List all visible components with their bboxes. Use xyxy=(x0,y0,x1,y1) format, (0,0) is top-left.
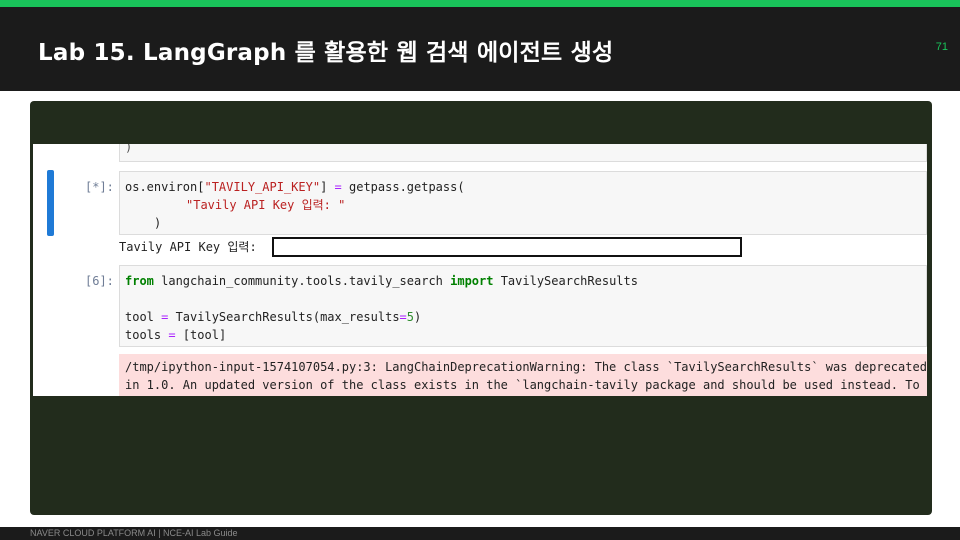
code-line: tools = [tool] xyxy=(125,328,227,342)
slide-title: Lab 15. LangGraph 를 활용한 웹 검색 에이전트 생성 xyxy=(38,40,614,66)
code-line: tool = TavilySearchResults(max_results=5… xyxy=(125,310,422,324)
code-line: os.environ["TAVILY_API_KEY"] = getpass.g… xyxy=(125,180,465,194)
slide-header: Lab 15. LangGraph 를 활용한 웹 검색 에이전트 생성 71 xyxy=(0,7,960,91)
cell-prompt-running: [*]: xyxy=(85,180,114,194)
code-line: ) xyxy=(154,216,162,230)
code-line: ) xyxy=(125,144,133,154)
deprecation-warning-output: /tmp/ipython-input-1574107054.py:3: Lang… xyxy=(119,354,927,396)
stdin-prompt-label: Tavily API Key 입력: xyxy=(119,240,257,254)
code-line: "Tavily API Key 입력: " xyxy=(186,198,346,212)
prev-code-cell[interactable]: ) xyxy=(119,144,927,162)
notebook-area: ) [*]: os.environ["TAVILY_API_KEY"] = ge… xyxy=(33,144,927,396)
cell-prompt-6: [6]: xyxy=(85,274,114,288)
code-cell-getpass[interactable]: os.environ["TAVILY_API_KEY"] = getpass.g… xyxy=(119,171,927,235)
active-cell-indicator xyxy=(47,170,54,236)
footer-text: NAVER CLOUD PLATFORM AI | NCE-AI Lab Gui… xyxy=(30,528,238,538)
api-key-input[interactable] xyxy=(272,237,742,257)
code-line: from langchain_community.tools.tavily_se… xyxy=(125,274,638,288)
page-number: 71 xyxy=(935,41,948,53)
warning-line: /tmp/ipython-input-1574107054.py:3: Lang… xyxy=(125,360,927,374)
top-accent-bar xyxy=(0,0,960,7)
slide-footer: NAVER CLOUD PLATFORM AI | NCE-AI Lab Gui… xyxy=(0,527,960,540)
warning-line: in 1.0. An updated version of the class … xyxy=(125,378,927,392)
code-cell-tavily[interactable]: from langchain_community.tools.tavily_se… xyxy=(119,265,927,347)
